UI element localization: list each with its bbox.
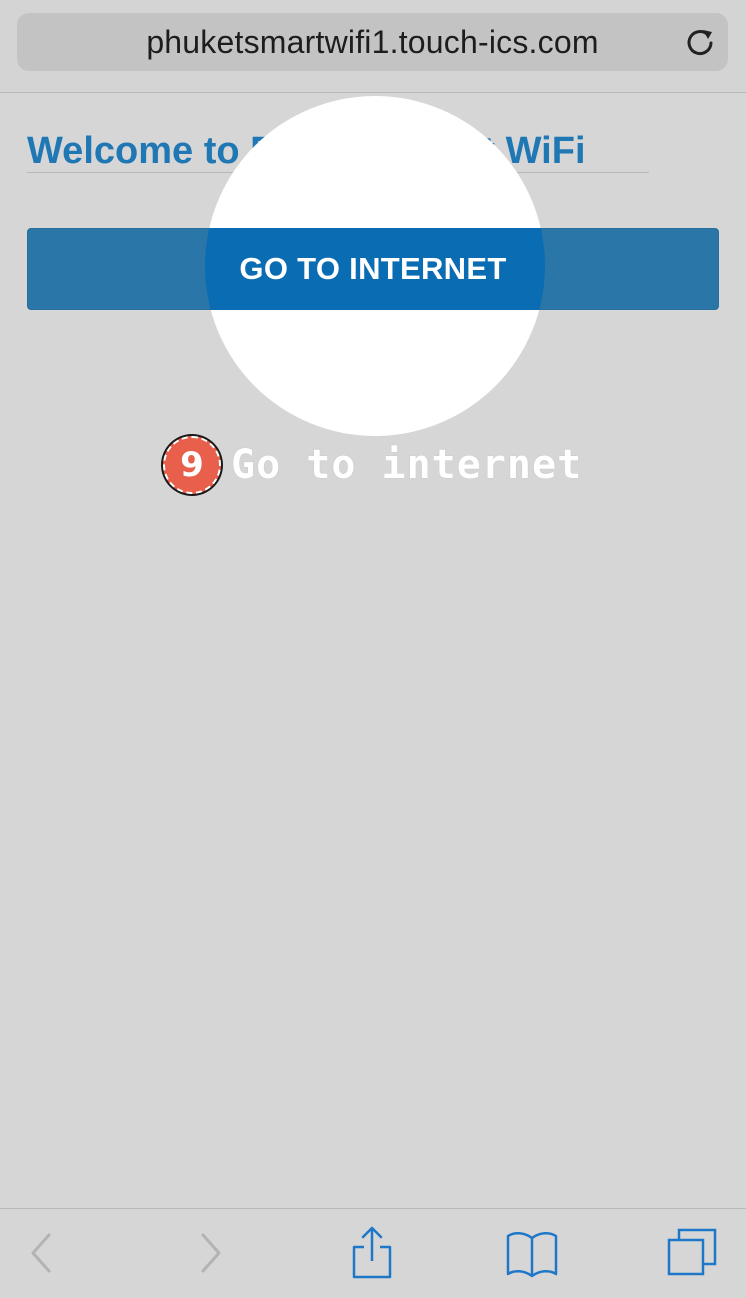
back-icon xyxy=(31,1233,51,1273)
bottom-toolbar xyxy=(0,1208,746,1298)
tabs-icon xyxy=(667,1228,717,1276)
address-bar: phuketsmartwifi1.touch-ics.com xyxy=(0,0,746,93)
reload-icon xyxy=(687,30,713,56)
forward-button[interactable] xyxy=(180,1223,240,1283)
reload-button[interactable] xyxy=(680,22,720,62)
share-button[interactable] xyxy=(342,1223,402,1283)
step-number-badge: 9 xyxy=(163,436,221,494)
url-text[interactable]: phuketsmartwifi1.touch-ics.com xyxy=(17,13,668,71)
tabs-button[interactable] xyxy=(662,1223,722,1283)
go-to-internet-label[interactable]: GO TO INTERNET xyxy=(27,228,719,310)
forward-icon xyxy=(201,1233,221,1273)
bookmarks-icon xyxy=(506,1232,558,1278)
bookmarks-button[interactable] xyxy=(502,1223,562,1283)
share-icon xyxy=(352,1226,392,1279)
step-annotation: 9 Go to internet xyxy=(163,433,582,497)
step-caption: Go to internet xyxy=(231,442,583,488)
browser-window: phuketsmartwifi1.touch-ics.com Welcome t… xyxy=(0,0,746,1298)
back-button[interactable] xyxy=(12,1223,72,1283)
url-field[interactable]: phuketsmartwifi1.touch-ics.com xyxy=(17,13,728,71)
